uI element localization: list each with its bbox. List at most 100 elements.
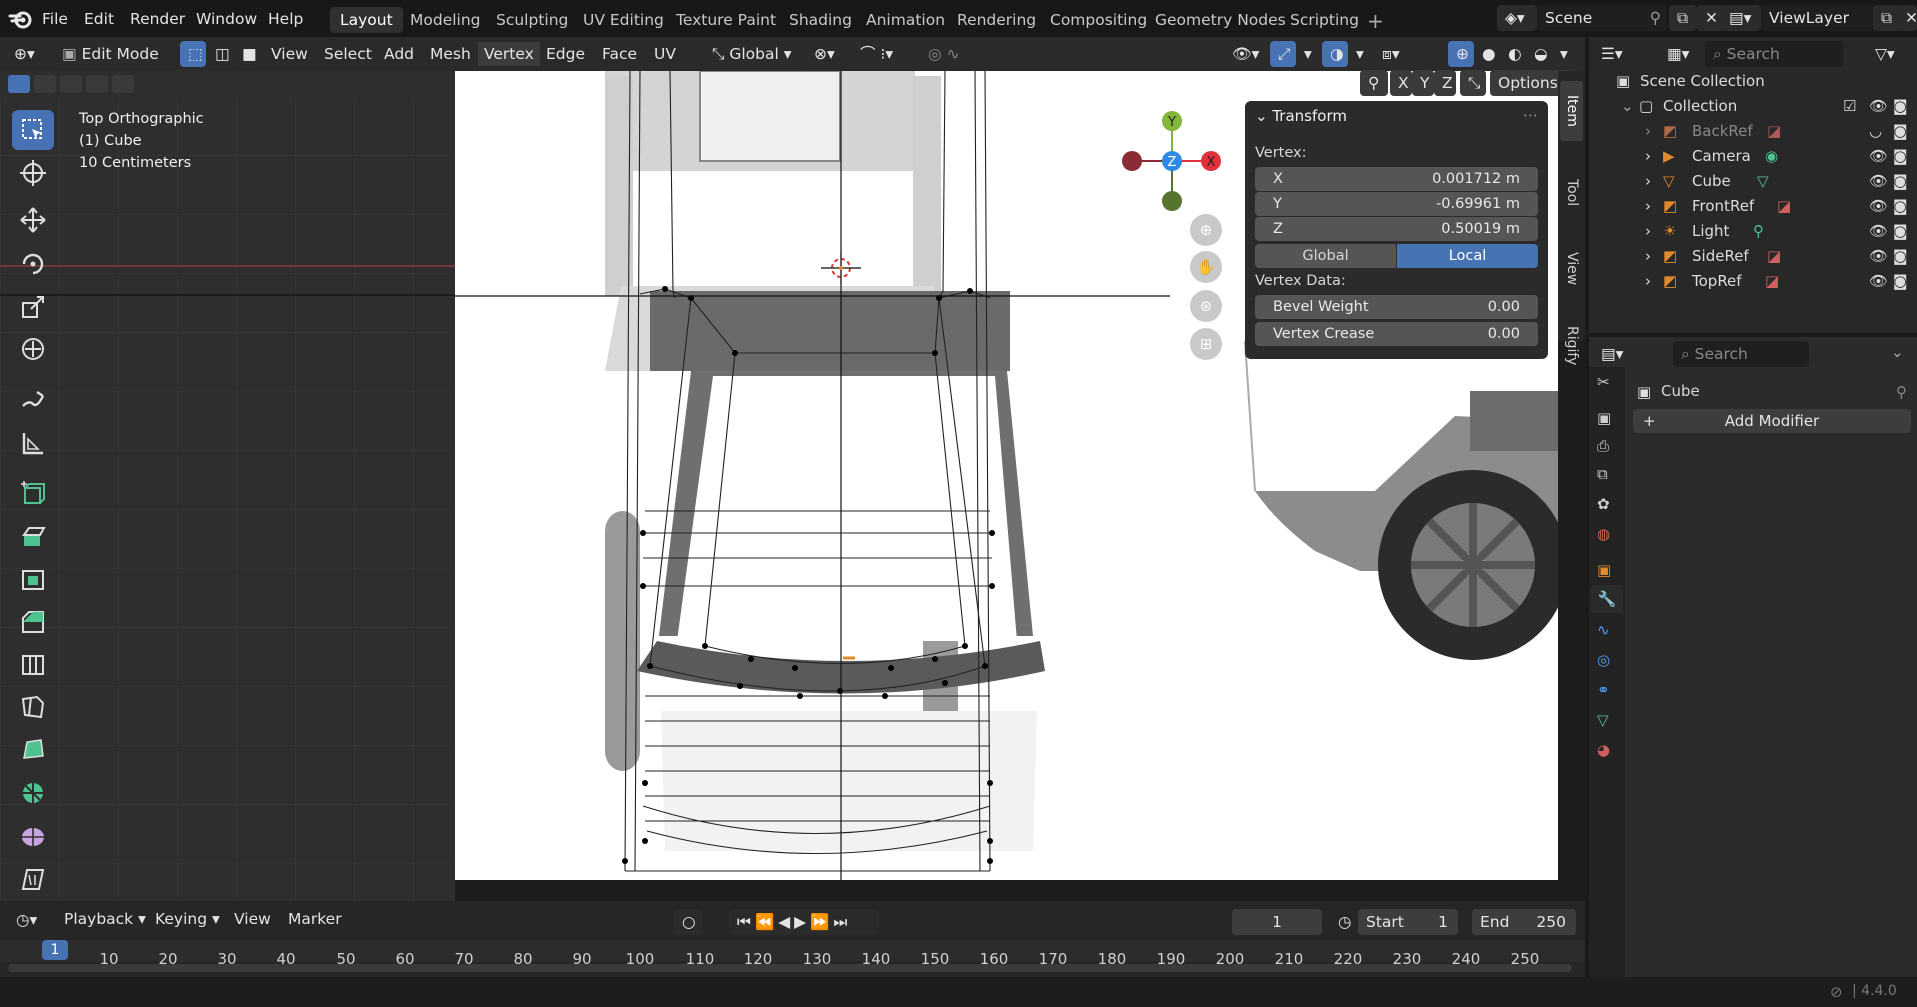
stopwatch-icon[interactable]: ◷ — [1330, 909, 1356, 935]
outliner-editor-icon[interactable]: ☰▾ — [1593, 41, 1633, 67]
eye-icon[interactable]: 👁 — [1869, 144, 1888, 169]
shear-tool-icon[interactable] — [12, 859, 54, 899]
menu-help[interactable]: Help — [262, 7, 309, 31]
axis-x-toggle[interactable]: X — [1390, 70, 1412, 96]
playhead[interactable]: 1 — [42, 940, 68, 960]
annotate-tool-icon[interactable] — [12, 380, 54, 420]
modifier-tab-icon[interactable]: 🔧 — [1591, 585, 1623, 613]
keying-menu[interactable]: Keying ▾ — [149, 907, 226, 931]
filter-icon[interactable]: ▽▾ — [1867, 41, 1907, 67]
gizmo-neg-x-axis[interactable] — [1122, 151, 1142, 171]
inset-tool-icon[interactable] — [12, 559, 54, 599]
xray-icon[interactable]: ⧈▾ — [1374, 41, 1412, 67]
select-invert-icon[interactable] — [86, 75, 108, 93]
shading-dropdown-icon[interactable]: ▾ — [1552, 41, 1578, 67]
spin-tool-icon[interactable] — [12, 773, 54, 813]
move-tool-icon[interactable] — [12, 200, 54, 240]
orientation-dropdown[interactable]: ⤡ Global ▾ — [704, 41, 800, 67]
pan-hand-icon[interactable]: ✋ — [1190, 251, 1222, 283]
tab-uv-editing[interactable]: UV Editing — [573, 7, 674, 33]
outliner-item-cube[interactable]: › ▽ Cube ▽ 👁 ◙ — [1589, 169, 1917, 194]
menu-render[interactable]: Render — [124, 7, 191, 31]
new-scene-icon[interactable]: ⧉ — [1669, 5, 1697, 31]
material-tab-icon[interactable]: ◕ — [1597, 741, 1610, 759]
vertex-select-button[interactable]: ⬚ — [180, 41, 206, 67]
outliner-item-sideref[interactable]: › ◩ SideRef ◪ 👁 ◙ — [1589, 244, 1917, 269]
menu-edge[interactable]: Edge — [540, 42, 591, 66]
tab-sculpting[interactable]: Sculpting — [486, 7, 578, 33]
camera-render-icon[interactable]: ◙ — [1893, 119, 1908, 144]
tab-geometry-nodes[interactable]: Geometry Nodes — [1145, 7, 1296, 33]
tab-rendering[interactable]: Rendering — [947, 7, 1046, 33]
camera-view-icon[interactable]: ⊛ — [1190, 290, 1222, 322]
properties-search-input[interactable]: ⌕ Search — [1673, 341, 1809, 367]
pin-icon[interactable]: ⚲ — [1650, 5, 1661, 31]
camera-render-icon[interactable]: ◙ — [1893, 219, 1908, 244]
visibility-icon[interactable]: 👁▾ — [1224, 41, 1268, 67]
tab-texture-paint[interactable]: Texture Paint — [666, 7, 786, 33]
tab-rigify[interactable]: Rigify — [1560, 316, 1583, 376]
overlay-dropdown-icon[interactable]: ▾ — [1348, 41, 1368, 67]
camera-render-icon[interactable]: ◙ — [1893, 169, 1908, 194]
select-new-icon[interactable] — [8, 75, 30, 93]
tab-layout[interactable]: Layout — [330, 7, 403, 33]
select-box-tool-icon[interactable] — [12, 110, 54, 150]
scene-field[interactable]: Scene ⚲ — [1537, 5, 1667, 31]
marker-menu[interactable]: Marker — [282, 907, 348, 931]
knife-tool-icon[interactable] — [12, 687, 54, 727]
physics-tab-icon[interactable]: ◎ — [1597, 651, 1610, 669]
axis-z-toggle[interactable]: Z — [1434, 70, 1456, 96]
smooth-tool-icon[interactable] — [12, 816, 54, 856]
gizmo-neg-y-axis[interactable] — [1162, 191, 1182, 211]
zoom-icon[interactable]: ⊕ — [1190, 214, 1222, 246]
camera-render-icon[interactable]: ◙ — [1893, 244, 1908, 269]
gizmo-dropdown-icon[interactable]: ▾ — [1296, 41, 1316, 67]
outliner-item-topref[interactable]: › ◩ TopRef ◪ 👁 ◙ — [1589, 269, 1917, 294]
tab-compositing[interactable]: Compositing — [1040, 7, 1157, 33]
rotate-tool-icon[interactable] — [12, 244, 54, 284]
menu-face[interactable]: Face — [596, 42, 643, 66]
select-subtract-icon[interactable] — [60, 75, 82, 93]
menu-vertex[interactable]: Vertex — [478, 42, 540, 66]
render-tab-icon[interactable]: ▣ — [1597, 409, 1611, 427]
axis-y-toggle[interactable]: Y — [1412, 70, 1434, 96]
bevel-tool-icon[interactable] — [12, 602, 54, 642]
eye-icon[interactable]: 👁 — [1869, 244, 1888, 269]
object-tab-icon[interactable]: ▣ — [1597, 561, 1611, 579]
tab-animation[interactable]: Animation — [856, 7, 955, 33]
properties-editor-icon[interactable]: ▤▾ — [1593, 341, 1635, 367]
collection-row[interactable]: ⌄ ▢ Collection ☑ 👁 ◙ — [1589, 94, 1917, 119]
viewlayer-type-icon[interactable]: ▤▾ — [1721, 5, 1761, 31]
menu-select[interactable]: Select — [318, 42, 378, 66]
mirror-tool-icon[interactable]: ⚲ — [1360, 70, 1388, 96]
bevel-weight-field[interactable]: Bevel Weight 0.00 — [1255, 295, 1538, 319]
playback-controls[interactable]: ⏮⏪◀▶⏩⏭ — [729, 909, 879, 935]
face-select-button[interactable]: ■ — [234, 41, 260, 67]
global-toggle[interactable]: Global — [1255, 244, 1396, 268]
cursor-tool-icon[interactable] — [12, 153, 54, 193]
vertex-crease-field[interactable]: Vertex Crease 0.00 — [1255, 322, 1538, 346]
outliner-item-camera[interactable]: › ▶ Camera ◉ 👁 ◙ — [1589, 144, 1917, 169]
measure-tool-icon[interactable] — [12, 423, 54, 463]
wireframe-shading-icon[interactable]: ⊕ — [1448, 41, 1474, 67]
viewlayer-field[interactable]: ViewLayer — [1761, 5, 1873, 31]
menu-edit[interactable]: Edit — [78, 7, 120, 31]
viewport-left-region[interactable] — [0, 37, 455, 901]
add-workspace-icon[interactable]: + — [1367, 9, 1384, 33]
navigation-gizmo[interactable]: X Y Z — [1115, 105, 1230, 215]
loop-cut-tool-icon[interactable] — [12, 644, 54, 684]
menu-view[interactable]: View — [265, 42, 314, 66]
tab-view[interactable]: View — [1560, 239, 1583, 299]
blender-logo-icon[interactable] — [8, 8, 34, 30]
eye-icon[interactable]: 👁 — [1869, 94, 1888, 119]
timeline-view-menu[interactable]: View — [228, 907, 277, 931]
tab-tool[interactable]: Tool — [1560, 163, 1583, 223]
rendered-shading-icon[interactable]: ◒ — [1526, 41, 1552, 67]
menu-uv[interactable]: UV — [648, 42, 682, 66]
view-layer-tab-icon[interactable]: ⧉ — [1597, 465, 1608, 483]
local-toggle[interactable]: Local — [1397, 244, 1538, 268]
gizmo-toggle-icon[interactable]: ⤢ — [1270, 41, 1296, 67]
transform-header[interactable]: ⌄ Transform — [1255, 107, 1347, 125]
ortho-grid-icon[interactable]: ⊞ — [1190, 328, 1222, 360]
display-mode-icon[interactable]: ▦▾ — [1659, 41, 1699, 67]
